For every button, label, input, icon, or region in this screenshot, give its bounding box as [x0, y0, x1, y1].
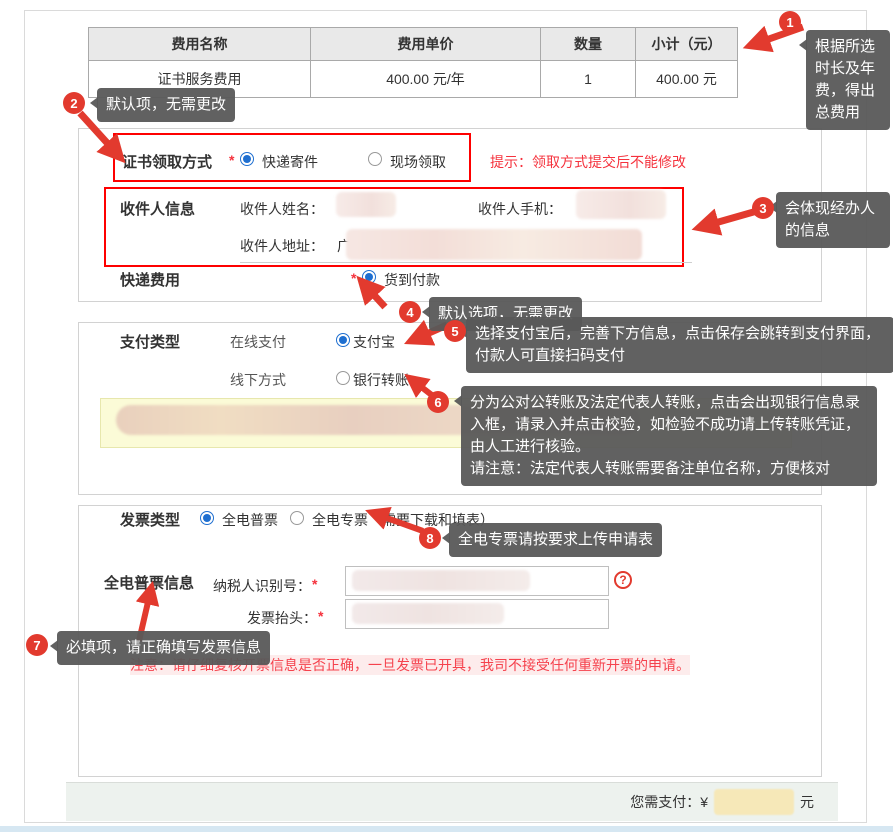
- annotation-tooltip-3: 会体现经办人的信息: [776, 192, 890, 248]
- annotation-circle-7: 7: [26, 634, 48, 656]
- annotation-circle-6: 6: [427, 391, 449, 413]
- receive-method-required-mark: *: [229, 152, 234, 168]
- fee-qty-cell: 1: [541, 61, 636, 98]
- radio-bank-transfer-label[interactable]: 银行转账: [353, 370, 409, 390]
- payment-form-page: 费用名称 费用单价 数量 小计（元） 证书服务费用 400.00 元/年 1 4…: [0, 0, 893, 832]
- pay-unit-label: 元: [800, 792, 814, 812]
- radio-alipay[interactable]: [336, 333, 350, 347]
- footer-bar: 您需支付：¥ 元: [66, 782, 838, 821]
- annotation-circle-4: 4: [399, 301, 421, 323]
- radio-cash-on-delivery-label[interactable]: 货到付款: [384, 270, 440, 290]
- radio-express-delivery[interactable]: [240, 152, 254, 166]
- recipient-info-label: 收件人信息: [120, 198, 195, 219]
- invoice-type-label: 发票类型: [120, 509, 180, 530]
- radio-dot: [365, 273, 373, 281]
- radio-dot: [203, 514, 211, 522]
- fee-name-header: 费用名称: [89, 28, 311, 61]
- radio-bank-transfer[interactable]: [336, 371, 350, 385]
- radio-dot: [339, 336, 347, 344]
- annotation-circle-3: 3: [752, 197, 774, 219]
- radio-onsite-pickup[interactable]: [368, 152, 382, 166]
- radio-general-invoice[interactable]: [200, 511, 214, 525]
- fee-table-header-row: 费用名称 费用单价 数量 小计（元）: [89, 28, 738, 61]
- help-icon[interactable]: ?: [614, 571, 632, 589]
- redacted-invoice-title: [352, 603, 504, 624]
- radio-general-invoice-label[interactable]: 全电普票: [222, 510, 278, 530]
- receive-method-label: 证书领取方式: [122, 151, 212, 172]
- radio-cash-on-delivery[interactable]: [362, 270, 376, 284]
- fee-qty-header: 数量: [541, 28, 636, 61]
- annotation-circle-2: 2: [63, 92, 85, 114]
- redacted-recipient-address: [346, 229, 642, 260]
- fee-subtotal-header: 小计（元）: [636, 28, 738, 61]
- annotation-tooltip-1: 根据所选时长及年费，得出总费用: [806, 30, 890, 130]
- redacted-recipient-phone: [576, 190, 666, 219]
- annotation-tooltip-2: 默认项，无需更改: [97, 88, 235, 122]
- bottom-strip: [0, 826, 893, 832]
- recipient-phone-label: 收件人手机：: [478, 199, 562, 219]
- fee-subtotal-cell: 400.00 元: [636, 61, 738, 98]
- radio-alipay-label[interactable]: 支付宝: [353, 332, 395, 352]
- fee-unit-price-cell: 400.00 元/年: [311, 61, 541, 98]
- tax-id-label: 纳税人识别号：: [213, 576, 311, 596]
- radio-special-invoice[interactable]: [290, 511, 304, 525]
- recipient-address-label: 收件人地址：: [240, 236, 324, 256]
- redacted-recipient-name: [336, 192, 396, 217]
- fee-unit-price-header: 费用单价: [311, 28, 541, 61]
- radio-onsite-pickup-label[interactable]: 现场领取: [390, 152, 446, 172]
- annotation-tooltip-8: 全电专票请按要求上传申请表: [449, 523, 662, 557]
- invoice-title-label: 发票抬头：: [247, 608, 317, 628]
- pay-amount-label: 您需支付：¥: [630, 792, 708, 812]
- express-fee-required-mark: *: [351, 270, 356, 286]
- annotation-tooltip-7: 必填项，请正确填写发票信息: [57, 631, 270, 665]
- pay-type-label: 支付类型: [120, 331, 180, 352]
- annotation-tooltip-5: 选择支付宝后，完善下方信息，点击保存会跳转到支付界面，付款人可直接扫码支付: [466, 317, 893, 373]
- redacted-tax-id: [352, 570, 530, 591]
- tax-id-required-mark: *: [312, 576, 317, 592]
- annotation-circle-5: 5: [444, 320, 466, 342]
- address-input-underline: [240, 262, 692, 263]
- invoice-info-label: 全电普票信息: [104, 572, 194, 593]
- receive-method-tip: 提示：领取方式提交后不能修改: [490, 152, 686, 172]
- annotation-circle-8: 8: [419, 527, 441, 549]
- annotation-circle-1: 1: [779, 11, 801, 33]
- redacted-pay-amount: [714, 789, 794, 815]
- radio-express-delivery-label[interactable]: 快递寄件: [262, 152, 318, 172]
- offline-pay-label: 线下方式: [230, 370, 286, 390]
- invoice-title-required-mark: *: [318, 608, 323, 624]
- recipient-name-label: 收件人姓名：: [240, 199, 324, 219]
- express-fee-label: 快递费用: [120, 269, 180, 290]
- radio-dot: [243, 155, 251, 163]
- online-pay-label: 在线支付: [230, 332, 286, 352]
- annotation-tooltip-6: 分为公对公转账及法定代表人转账，点击会出现银行信息录入框，请录入并点击校验，如检…: [461, 386, 877, 486]
